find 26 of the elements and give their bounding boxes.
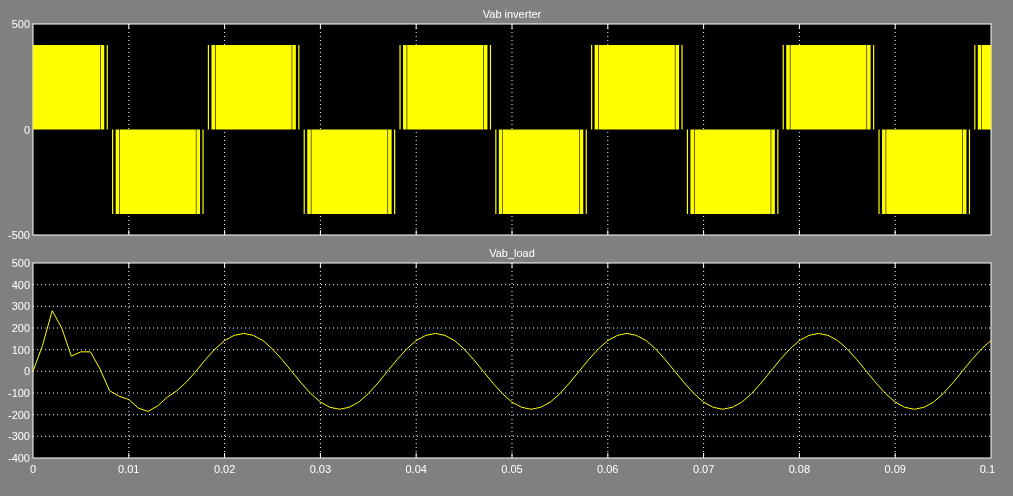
axis-tick-label: -400 bbox=[7, 452, 30, 464]
axis-tick-label: -500 bbox=[7, 229, 30, 241]
axis-tick-label: 0.09 bbox=[884, 463, 906, 475]
axis-tick-label: 0.08 bbox=[788, 463, 811, 475]
axis-tick-label: 300 bbox=[11, 300, 30, 313]
axis-tick-label: 0.03 bbox=[309, 463, 332, 475]
axis-tick-label: -300 bbox=[7, 430, 30, 443]
axis-tick-label: 0.02 bbox=[213, 463, 236, 475]
axis-tick-label: 0.06 bbox=[597, 463, 619, 475]
axis-tick-label: -200 bbox=[7, 408, 30, 421]
axis-tick-label: 0.04 bbox=[405, 463, 427, 475]
axis-tick-label: 400 bbox=[11, 278, 30, 291]
plot-title: Vab inverter bbox=[482, 8, 542, 20]
axis-tick-label: 200 bbox=[11, 322, 30, 334]
axis-tick-label: 0 bbox=[23, 123, 30, 136]
axis-tick-label: 500 bbox=[11, 257, 30, 269]
axis-tick-label: 100 bbox=[11, 343, 30, 356]
plot-title: Vab_load bbox=[489, 247, 535, 259]
axis-tick-label: 0.05 bbox=[501, 463, 523, 475]
axis-tick-label: 0 bbox=[30, 463, 37, 475]
axis-tick-label: 0.07 bbox=[692, 463, 715, 475]
axis-tick-label: -100 bbox=[7, 387, 30, 399]
axis-tick-label: 500 bbox=[11, 18, 30, 30]
axis-tick-label: 0 bbox=[23, 365, 30, 378]
axis-tick-label: 0.01 bbox=[118, 463, 140, 475]
axis-tick-label: 0.1 bbox=[979, 463, 995, 475]
